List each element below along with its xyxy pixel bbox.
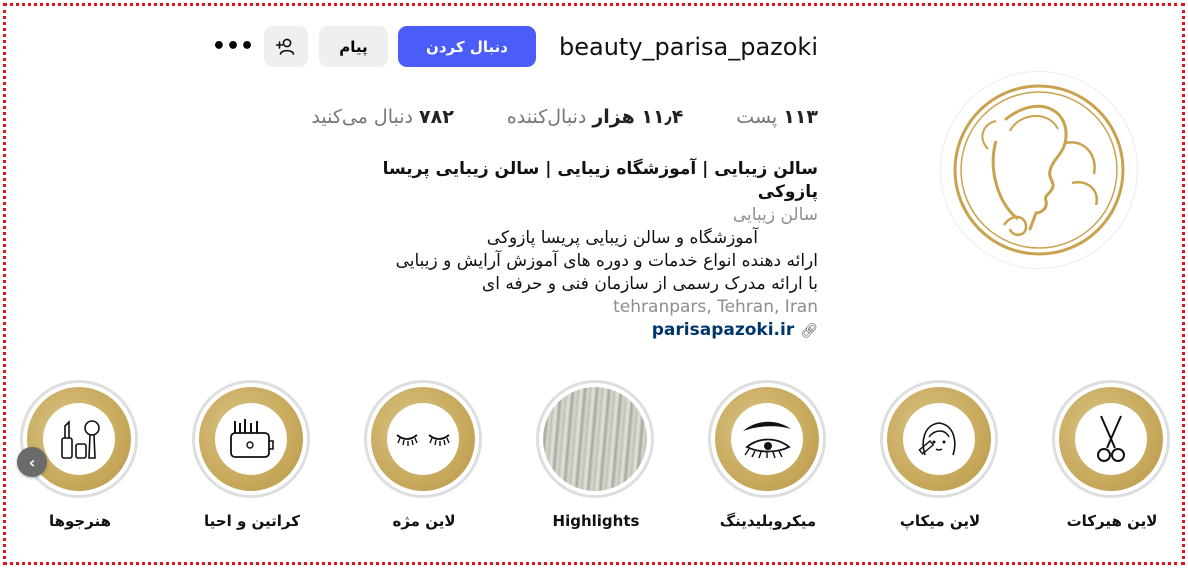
posts-count: ۱۱۳پست: [736, 106, 818, 128]
bio-location: tehranpars, Tehran, Iran: [613, 297, 818, 317]
message-button[interactable]: پیام: [319, 26, 388, 67]
highlight-label: هنرجوها: [48, 512, 112, 530]
bio-full-name: سالن زیبایی | آموزشگاه زیبایی | سالن زیب…: [382, 159, 818, 202]
bio-category: سالن زیبایی: [732, 205, 818, 225]
hair-photo: [543, 387, 647, 491]
follow-button[interactable]: دنبال کردن: [398, 26, 536, 67]
eyelashes-icon: [396, 434, 450, 446]
highlight-keratin[interactable]: کراتین و احیا: [192, 380, 312, 530]
more-options-button[interactable]: •••: [212, 26, 254, 67]
followers-value: ۱۱٫۴ هزار: [592, 106, 684, 128]
following-label: دنبال می‌کنید: [311, 106, 414, 128]
followers-label: دنبال‌کننده: [506, 106, 587, 128]
bio-link-text[interactable]: parisapazoki.ir: [652, 320, 794, 340]
highlight-highlights[interactable]: Highlights: [536, 380, 656, 530]
following-value: ۷۸۲: [419, 106, 454, 128]
followers-count[interactable]: ۱۱٫۴ هزاردنبال‌کننده: [507, 106, 683, 128]
chevron-left-icon: ‹: [28, 452, 36, 472]
posts-label: پست: [736, 106, 778, 128]
highlight-ring: [20, 380, 138, 498]
profile-bio: سالن زیبایی | آموزشگاه زیبایی | سالن زیب…: [318, 158, 818, 343]
eyebrow-eye-icon: [743, 421, 791, 459]
highlights-previous-button[interactable]: ‹: [17, 447, 47, 477]
highlight-ring: [536, 380, 654, 498]
bio-line: آموزشگاه و سالن زیبایی پریسا پازوکی: [486, 228, 758, 248]
highlight-haircut[interactable]: لاین هیرکات: [1052, 380, 1172, 530]
profile-stats: ۱۱۳پست ۱۱٫۴ هزاردنبال‌کننده ۷۸۲دنبال می‌…: [311, 106, 818, 128]
highlight-label: لاین مژه: [392, 512, 456, 530]
suggest-accounts-button[interactable]: [264, 26, 308, 67]
following-count[interactable]: ۷۸۲دنبال می‌کنید: [311, 106, 453, 128]
profile-avatar[interactable]: [940, 71, 1138, 269]
makeup-face-icon: [918, 422, 956, 456]
highlight-ring: [364, 380, 482, 498]
highlight-label: کراتین و احیا: [204, 512, 300, 530]
profile-username: beauty_parisa_pazoki: [558, 33, 818, 61]
highlight-label: لاین هیرکات: [1066, 512, 1158, 530]
bio-line: ارائه دهنده انواع خدمات و دوره های آموزش…: [395, 251, 818, 271]
highlight-ring: [880, 380, 998, 498]
highlight-microblading[interactable]: میکروبلیدینگ: [708, 380, 828, 530]
add-person-icon: [276, 38, 295, 55]
bio-website-link[interactable]: parisapazoki.ir 🔗︎: [318, 319, 818, 343]
highlight-ring: [192, 380, 310, 498]
highlight-label: Highlights: [552, 512, 640, 530]
posts-value: ۱۱۳: [783, 106, 818, 128]
scissors-icon: [1097, 415, 1125, 462]
hair-products-icon: [230, 419, 274, 458]
highlight-label: میکروبلیدینگ: [719, 512, 817, 530]
bio-line: با ارائه مدرک رسمی از سازمان فنی و حرفه …: [481, 274, 818, 294]
link-icon: 🔗︎: [800, 323, 818, 339]
highlight-lashes[interactable]: لاین مژه: [364, 380, 484, 530]
salon-logo-icon: [953, 84, 1125, 256]
highlight-ring: [708, 380, 826, 498]
highlight-makeup[interactable]: لاین میکاپ: [880, 380, 1000, 530]
highlight-ring: [1052, 380, 1170, 498]
cosmetics-brush-icon: [61, 420, 100, 459]
highlight-label: لاین میکاپ: [899, 512, 981, 530]
